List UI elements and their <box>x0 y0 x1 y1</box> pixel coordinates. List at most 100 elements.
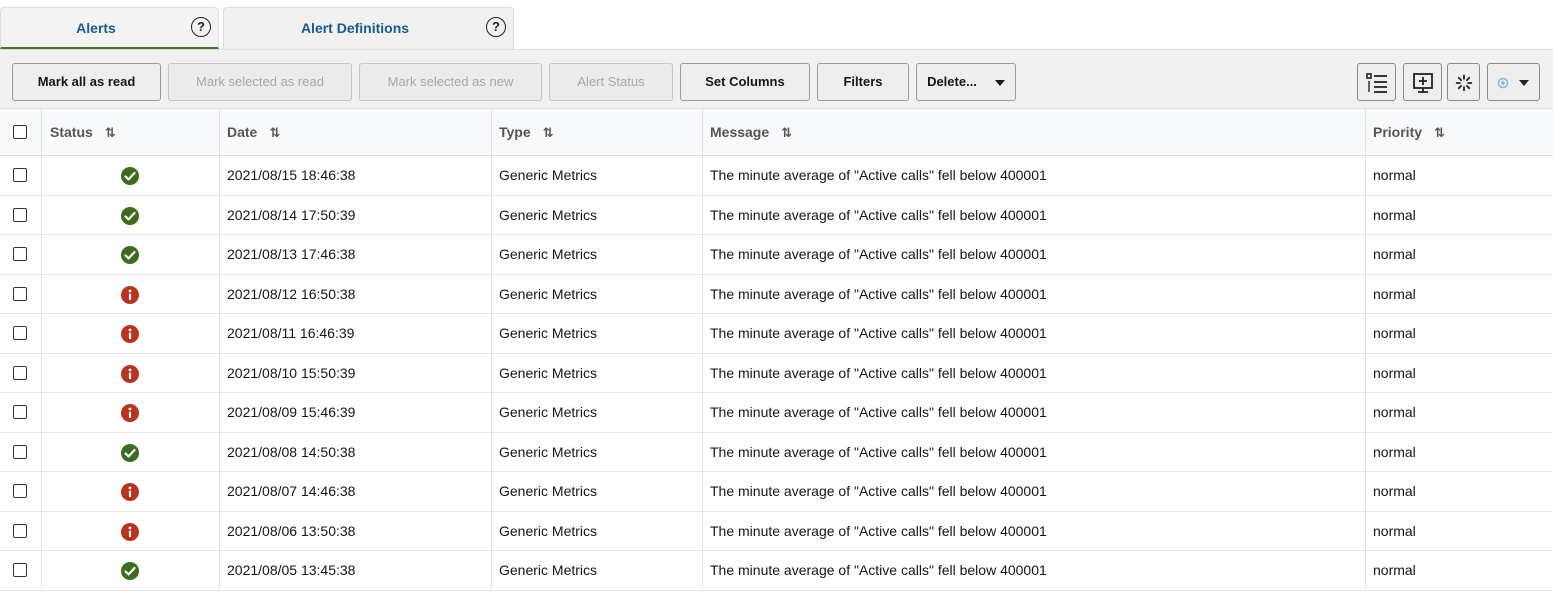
type-cell: Generic Metrics <box>499 483 598 499</box>
status-ok-icon <box>121 246 139 264</box>
row-checkbox[interactable] <box>13 168 27 182</box>
table-row[interactable]: 2021/08/10 15:50:39 Generic Metrics The mi… <box>0 354 1553 393</box>
status-ok-icon <box>121 443 139 462</box>
sort-icon[interactable]: ⇅ <box>543 110 554 156</box>
check-mark-glyph <box>124 250 136 260</box>
type-cell: Generic Metrics <box>499 285 598 302</box>
row-checkbox[interactable] <box>13 365 27 380</box>
tab-alerts[interactable]: Alerts ? <box>0 7 219 49</box>
type-cell: Generic Metrics <box>499 443 598 460</box>
status-ok-icon <box>121 562 139 580</box>
table-row[interactable]: 2021/08/05 13:45:38 Generic Metrics The mi… <box>0 551 1553 591</box>
column-header-label: Date <box>227 124 258 140</box>
priority-cell: normal <box>1373 443 1416 460</box>
message-cell: The minute average of "Active calls" fel… <box>710 364 1047 381</box>
message-cell: The minute average of "Active calls" fel… <box>710 443 1047 460</box>
delete-dropdown-button[interactable]: Delete... <box>916 63 1016 101</box>
type-cell: Generic Metrics <box>499 206 598 223</box>
table-row[interactable]: 2021/08/06 13:50:38 Generic Metrics The mi… <box>0 512 1553 551</box>
list-view-button[interactable] <box>1357 63 1396 101</box>
add-display-button[interactable] <box>1403 63 1442 101</box>
type-cell: Generic Metrics <box>499 522 598 539</box>
column-header-date[interactable]: Date ⇅ <box>227 109 280 156</box>
message-cell: The minute average of "Active calls" fel… <box>710 404 1047 420</box>
info-glyph <box>128 526 132 537</box>
settings-dropdown-button[interactable] <box>1487 63 1540 101</box>
message-cell: The minute average of "Active calls" fel… <box>710 246 1047 262</box>
priority-cell: normal <box>1373 404 1416 420</box>
sort-icon[interactable]: ⇅ <box>1434 110 1445 156</box>
filters-button[interactable]: Filters <box>817 63 909 101</box>
tab-alert-definitions-label: Alert Definitions <box>300 20 410 36</box>
row-checkbox[interactable] <box>13 405 27 419</box>
priority-cell: normal <box>1373 285 1416 302</box>
message-cell: The minute average of "Active calls" fel… <box>710 522 1047 539</box>
row-checkbox[interactable] <box>13 286 27 301</box>
priority-cell: normal <box>1373 364 1416 381</box>
column-header-label: Type <box>499 124 531 140</box>
row-checkbox[interactable] <box>13 523 27 538</box>
date-cell: 2021/08/12 16:50:38 <box>227 285 356 302</box>
mark-selected-read-button[interactable]: Mark selected as read <box>168 63 352 101</box>
column-header-label: Status <box>50 124 93 140</box>
date-cell: 2021/08/13 17:46:38 <box>227 246 356 262</box>
alert-status-button[interactable]: Alert Status <box>549 63 673 101</box>
type-cell: Generic Metrics <box>499 325 598 341</box>
status-error-icon <box>121 404 139 422</box>
check-mark-glyph <box>124 171 136 181</box>
row-checkbox[interactable] <box>13 563 27 577</box>
help-icon[interactable]: ? <box>191 17 211 37</box>
table-row[interactable]: 2021/08/12 16:50:38 Generic Metrics The mi… <box>0 275 1553 314</box>
sort-icon[interactable]: ⇅ <box>105 110 116 156</box>
message-cell: The minute average of "Active calls" fel… <box>710 206 1047 223</box>
message-cell: The minute average of "Active calls" fel… <box>710 167 1047 183</box>
column-header-type[interactable]: Type ⇅ <box>499 109 554 156</box>
row-checkbox[interactable] <box>13 444 27 459</box>
date-cell: 2021/08/09 15:46:39 <box>227 404 356 420</box>
message-cell: The minute average of "Active calls" fel… <box>710 562 1047 578</box>
row-checkbox[interactable] <box>13 207 27 222</box>
table-row[interactable]: 2021/08/13 17:46:38 Generic Metrics The mi… <box>0 235 1553 275</box>
status-error-icon <box>121 483 139 501</box>
check-mark-glyph <box>124 448 136 457</box>
table-row[interactable]: 2021/08/11 16:46:39 Generic Metrics The mi… <box>0 314 1553 354</box>
date-cell: 2021/08/08 14:50:38 <box>227 443 356 460</box>
type-cell: Generic Metrics <box>499 404 598 420</box>
tab-alert-definitions[interactable]: Alert Definitions ? <box>223 7 514 49</box>
column-header-message[interactable]: Message ⇅ <box>710 109 792 156</box>
table-row[interactable]: 2021/08/09 15:46:39 Generic Metrics The mi… <box>0 393 1553 433</box>
table-row[interactable]: 2021/08/14 17:50:39 Generic Metrics The mi… <box>0 196 1553 235</box>
select-all-checkbox[interactable] <box>13 125 27 139</box>
row-checkbox[interactable] <box>13 326 27 340</box>
date-cell: 2021/08/11 16:46:39 <box>227 325 355 341</box>
row-checkbox[interactable] <box>13 484 27 498</box>
column-header-label: Priority <box>1373 124 1423 140</box>
mark-all-read-button[interactable]: Mark all as read <box>12 63 161 101</box>
status-error-icon <box>121 285 139 304</box>
settings-dropdown-icon <box>1497 77 1529 89</box>
column-header-priority[interactable]: Priority ⇅ <box>1373 109 1445 156</box>
delete-label: Delete... <box>927 74 977 89</box>
table-row[interactable]: 2021/08/07 14:46:38 Generic Metrics The mi… <box>0 472 1553 512</box>
priority-cell: normal <box>1373 325 1416 341</box>
priority-cell: normal <box>1373 246 1416 262</box>
date-cell: 2021/08/14 17:50:39 <box>227 206 356 223</box>
type-cell: Generic Metrics <box>499 562 598 578</box>
date-cell: 2021/08/06 13:50:38 <box>227 522 356 539</box>
refresh-button[interactable] <box>1447 63 1480 101</box>
list-view-icon <box>1366 73 1387 93</box>
type-cell: Generic Metrics <box>499 167 598 183</box>
info-glyph <box>128 368 132 379</box>
row-checkbox[interactable] <box>13 247 27 261</box>
column-header-status[interactable]: Status ⇅ <box>50 109 116 156</box>
column-header-label: Message <box>710 124 770 140</box>
sort-icon[interactable]: ⇅ <box>781 110 792 156</box>
sort-icon[interactable]: ⇅ <box>269 110 280 156</box>
add-display-icon <box>1413 73 1433 93</box>
table-row[interactable]: 2021/08/08 14:50:38 Generic Metrics The mi… <box>0 433 1553 472</box>
table-row[interactable]: 2021/08/15 18:46:38 Generic Metrics The mi… <box>0 156 1553 196</box>
table-header: Status ⇅ Date ⇅ Type ⇅ Message ⇅ Priority ⇅ <box>0 109 1553 156</box>
mark-selected-new-button[interactable]: Mark selected as new <box>359 63 542 101</box>
help-icon[interactable]: ? <box>486 17 506 37</box>
set-columns-button[interactable]: Set Columns <box>680 63 810 101</box>
